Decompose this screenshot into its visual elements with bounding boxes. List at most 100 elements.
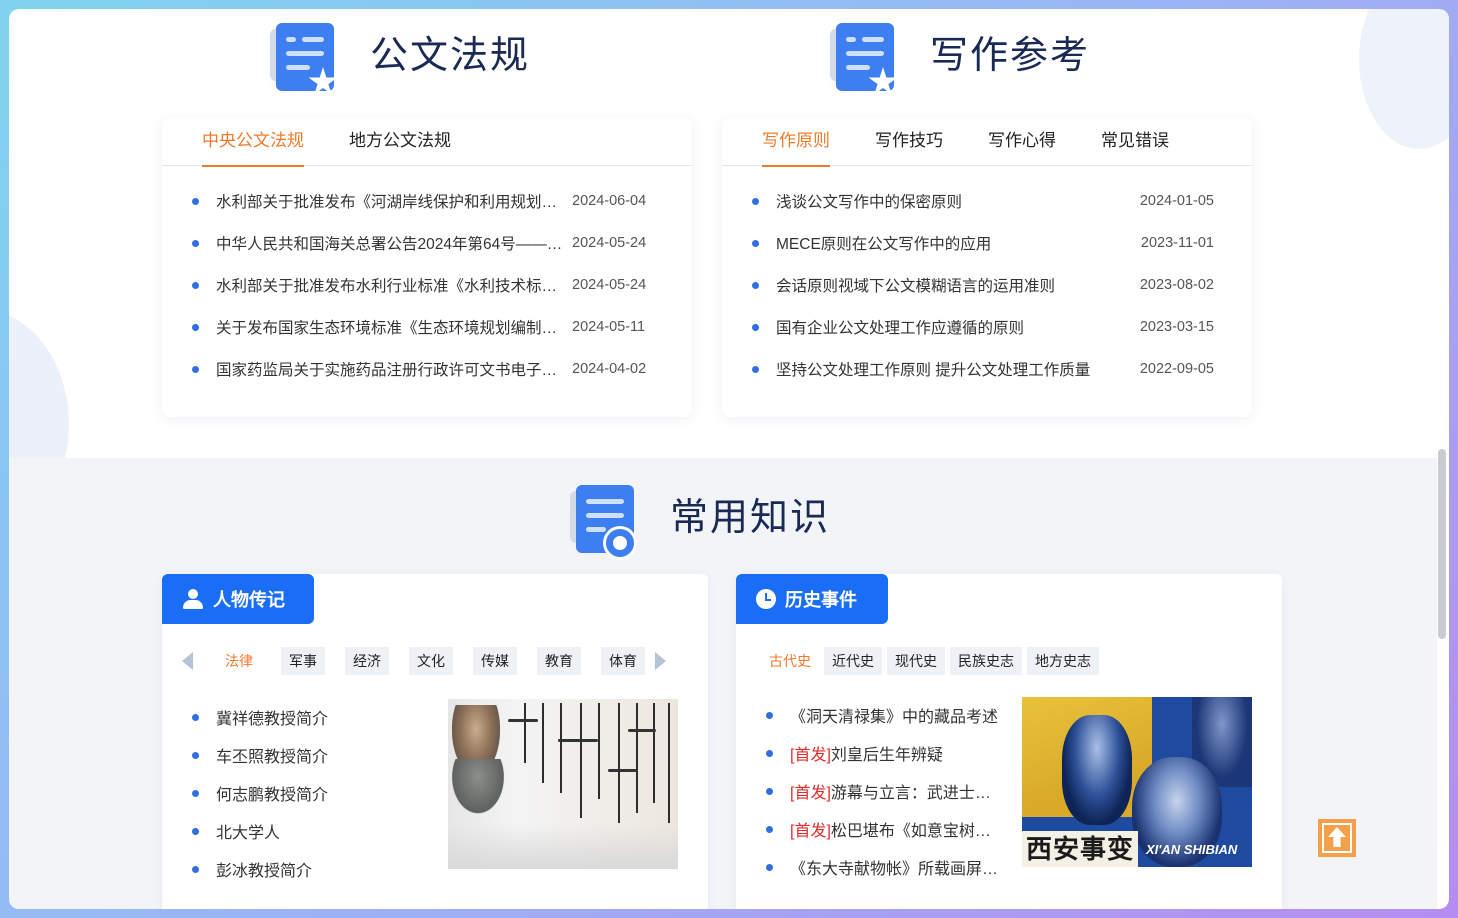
category-sports[interactable]: 体育 [601, 647, 645, 675]
list-item[interactable]: 车丕照教授简介 [192, 736, 432, 774]
writing-tabs: 写作原则 写作技巧 写作心得 常见错误 [722, 118, 1252, 167]
arrow-up-icon [1322, 823, 1352, 853]
history-categories: 古代史 近代史 现代史 民族史志 地方史志 [761, 647, 1104, 675]
list-item[interactable]: [首发]松巴堪布《如意宝树史》研究 [766, 810, 1002, 848]
item-title[interactable]: 浅谈公文写作中的保密原则 [776, 190, 962, 212]
scrollbar-thumb[interactable] [1438, 449, 1446, 639]
list-item[interactable]: 何志鹏教授简介 [192, 774, 432, 812]
history-badge-label: 历史事件 [785, 590, 857, 610]
document-star-icon [264, 15, 344, 95]
item-title[interactable]: 关于发布国家生态环境标准《生态环境规划编制技术指南》 [216, 316, 568, 338]
history-list: 《洞天清禄集》中的藏品考述 [首发]刘皇后生年辨疑 [首发]游幕与立言：武进士人… [766, 696, 1002, 886]
photo-title-en: XI'AN SHIBIAN [1146, 841, 1238, 857]
list-item[interactable]: 水利部关于批准发布《河湖岸线保护和利用规划编制规程》2024-06-04 [192, 180, 692, 222]
photo-title-band: 西安事变 XI'AN SHIBIAN [1022, 831, 1252, 867]
item-title[interactable]: [首发]刘皇后生年辨疑 [790, 741, 943, 765]
list-item[interactable]: 关于发布国家生态环境标准《生态环境规划编制技术指南》2024-05-11 [192, 306, 692, 348]
item-title[interactable]: 彭冰教授简介 [216, 857, 312, 881]
item-title[interactable]: [首发]游幕与立言：武进士人的学术交游 [790, 779, 1002, 803]
item-date: 2023-08-02 [1139, 277, 1214, 293]
regulations-card: 中央公文法规 地方公文法规 水利部关于批准发布《河湖岸线保护和利用规划编制规程》… [162, 118, 692, 417]
item-title[interactable]: 北大学人 [216, 819, 280, 843]
item-date: 2024-05-24 [572, 277, 647, 293]
biography-categories: 法律 军事 经济 文化 传媒 教育 体育 [182, 647, 666, 675]
list-item[interactable]: 冀祥德教授简介 [192, 698, 432, 736]
category-media[interactable]: 传媒 [473, 647, 517, 675]
bullet-icon [192, 365, 199, 373]
item-title[interactable]: 《洞天清禄集》中的藏品考述 [790, 703, 998, 727]
item-title[interactable]: 水利部关于批准发布水利行业标准《水利技术标准编写规程》 [216, 274, 568, 296]
category-contemporary-history[interactable]: 现代史 [887, 647, 945, 675]
bullet-icon [192, 713, 199, 721]
item-title[interactable]: 《东大寺献物帐》所载画屏风考 [790, 855, 1002, 879]
item-title-text: 刘皇后生年辨疑 [830, 747, 943, 764]
category-law[interactable]: 法律 [217, 647, 261, 675]
bullet-icon [192, 865, 199, 873]
item-title[interactable]: MECE原则在公文写作中的应用 [776, 232, 991, 254]
list-item[interactable]: [首发]刘皇后生年辨疑 [766, 734, 1002, 772]
category-economy[interactable]: 经济 [345, 647, 389, 675]
item-title[interactable]: 坚持公文处理工作原则 提升公文处理工作质量 [776, 358, 1090, 380]
item-title-text: 《洞天清禄集》中的藏品考述 [790, 709, 999, 726]
bullet-icon [766, 749, 773, 757]
bullet-icon [752, 323, 759, 331]
item-title[interactable]: 国家药监局关于实施药品注册行政许可文书电子化的公告 [216, 358, 568, 380]
category-modern-history[interactable]: 近代史 [824, 647, 882, 675]
biography-badge: 人物传记 [162, 574, 314, 624]
bullet-icon [752, 281, 759, 289]
list-item[interactable]: [首发]游幕与立言：武进士人的学术交游 [766, 772, 1002, 810]
category-ancient-history[interactable]: 古代史 [761, 647, 819, 675]
list-item[interactable]: 《洞天清禄集》中的藏品考述 [766, 696, 1002, 734]
photo-title-cn: 西安事变 [1022, 831, 1139, 867]
scroll-right-icon[interactable] [655, 652, 666, 670]
bullet-icon [192, 281, 199, 289]
person-icon [182, 588, 204, 610]
bullet-icon [192, 751, 199, 759]
item-title[interactable]: 中华人民共和国海关总署公告2024年第64号——关于发布 [216, 232, 568, 254]
tab-writing-principles[interactable]: 写作原则 [762, 118, 830, 167]
tab-local-regulations[interactable]: 地方公文法规 [349, 118, 451, 165]
list-item[interactable]: 浅谈公文写作中的保密原则 2024-01-05 [752, 180, 1252, 222]
item-title[interactable]: 会话原则视域下公文模糊语言的运用准则 [776, 274, 1055, 296]
section-title-regulations: 公文法规 [370, 34, 531, 77]
list-item[interactable]: 会话原则视域下公文模糊语言的运用准则 2023-08-02 [752, 264, 1252, 306]
section-title-knowledge: 常用知识 [670, 496, 831, 539]
bullet-icon [766, 863, 773, 871]
item-title-text: 游幕与立言：武进士人的学术交游 [830, 785, 1002, 802]
category-culture[interactable]: 文化 [409, 647, 453, 675]
item-date: 2024-01-05 [1139, 193, 1214, 209]
category-education[interactable]: 教育 [537, 647, 581, 675]
item-title[interactable]: 车丕照教授简介 [216, 743, 328, 767]
item-title[interactable]: 何志鹏教授简介 [216, 781, 328, 805]
tab-central-regulations[interactable]: 中央公文法规 [202, 118, 304, 167]
item-title[interactable]: [首发]松巴堪布《如意宝树史》研究 [790, 817, 1002, 841]
category-ethnic-history[interactable]: 民族史志 [950, 647, 1022, 675]
list-item[interactable]: 彭冰教授简介 [192, 850, 432, 888]
history-card: 历史事件 古代史 近代史 现代史 民族史志 地方史志 《洞天清禄集》中的藏品考述… [736, 574, 1282, 909]
list-item[interactable]: 国家药监局关于实施药品注册行政许可文书电子化的公告 2024-04-02 [192, 348, 692, 390]
category-military[interactable]: 军事 [281, 647, 325, 675]
item-title[interactable]: 冀祥德教授简介 [216, 705, 328, 729]
item-title[interactable]: 国有企业公文处理工作应遵循的原则 [776, 316, 1024, 338]
item-title-text: 《东大寺献物帐》所载画屏风考 [790, 861, 1002, 878]
tab-common-errors[interactable]: 常见错误 [1101, 118, 1169, 165]
list-item[interactable]: 水利部关于批准发布水利行业标准《水利技术标准编写规程》2024-05-24 [192, 264, 692, 306]
list-item[interactable]: 北大学人 [192, 812, 432, 850]
tab-writing-experience[interactable]: 写作心得 [988, 118, 1056, 165]
back-to-top-button[interactable] [1318, 819, 1356, 857]
category-local-history[interactable]: 地方史志 [1027, 647, 1099, 675]
list-item[interactable]: 中华人民共和国海关总署公告2024年第64号——关于发布2024-05-24 [192, 222, 692, 264]
list-item[interactable]: 《东大寺献物帐》所载画屏风考 [766, 848, 1002, 886]
list-item[interactable]: 坚持公文处理工作原则 提升公文处理工作质量 2022-09-05 [752, 348, 1252, 390]
bullet-icon [752, 197, 759, 205]
item-title[interactable]: 水利部关于批准发布《河湖岸线保护和利用规划编制规程》 [216, 190, 568, 212]
tab-writing-skills[interactable]: 写作技巧 [875, 118, 943, 165]
list-item[interactable]: MECE原则在公文写作中的应用 2023-11-01 [752, 222, 1252, 264]
scroll-left-icon[interactable] [182, 652, 193, 670]
item-date: 2023-11-01 [1140, 235, 1214, 251]
writing-card: 写作原则 写作技巧 写作心得 常见错误 浅谈公文写作中的保密原则 2024-01-… [722, 118, 1252, 417]
biography-photo[interactable] [448, 699, 678, 869]
list-item[interactable]: 国有企业公文处理工作应遵循的原则 2023-03-15 [752, 306, 1252, 348]
item-date: 2022-09-05 [1139, 361, 1214, 377]
history-photo[interactable]: 西安事变 XI'AN SHIBIAN [1022, 697, 1252, 867]
